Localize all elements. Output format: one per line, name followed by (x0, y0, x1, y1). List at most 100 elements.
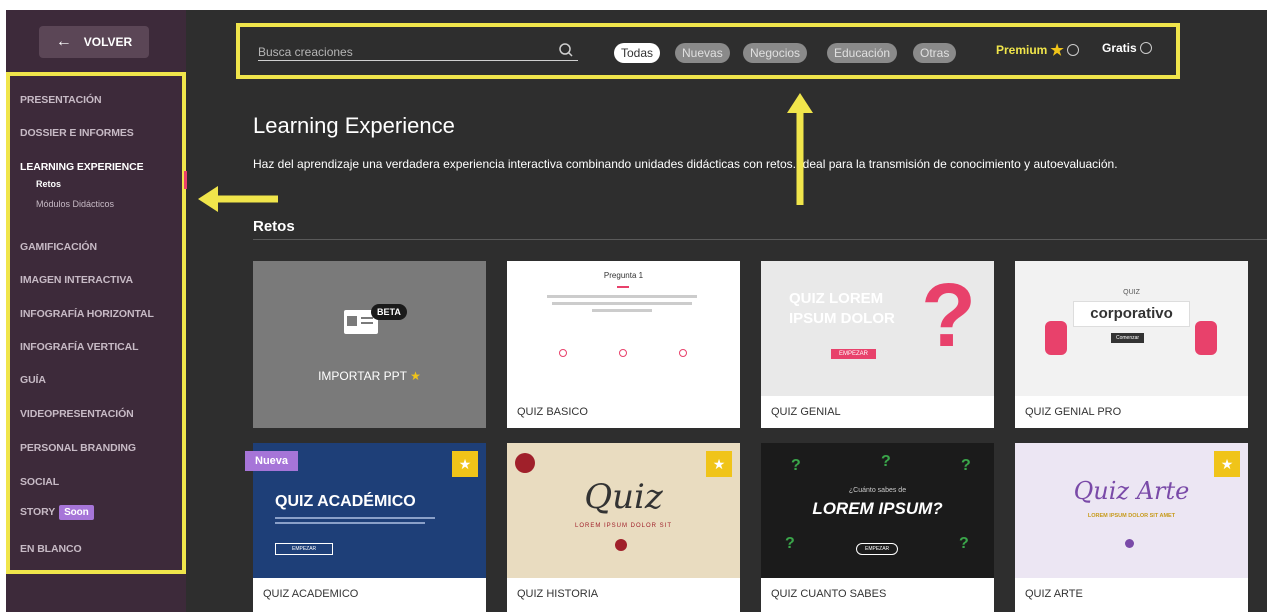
option-icon (1125, 539, 1134, 548)
page-description: Haz del aprendizaje una verdadera experi… (253, 157, 1118, 171)
thumb-text-line (547, 295, 697, 298)
filter-chip-negocios[interactable]: Negocios (743, 43, 808, 63)
active-marker (184, 171, 187, 189)
star-icon: ★ (410, 369, 421, 383)
card-thumbnail: Quiz LOREM IPSUM DOLOR SIT ★ (507, 443, 740, 578)
sidebar-item-infografia-horizontal[interactable]: INFOGRAFÍA HORIZONTAL (20, 308, 154, 320)
thumb-start-button: Comenzar (1111, 333, 1145, 343)
sidebar-subitem-modulos[interactable]: Módulos Didácticos (36, 199, 114, 209)
card-label: QUIZ CUANTO SABES (761, 578, 994, 610)
card-label: QUIZ ACADEMICO (253, 578, 486, 610)
filter-chip-otras[interactable]: Otras (913, 43, 957, 63)
sidebar: ← VOLVER PRESENTACIÓN DOSSIER E INFORMES… (6, 10, 187, 612)
filter-chip-todas[interactable]: Todas (614, 43, 661, 63)
option-icon (679, 349, 687, 357)
card-quiz-genial[interactable]: QUIZ LOREM IPSUM DOLOR EMPEZAR ? QUIZ GE… (761, 261, 994, 428)
thumb-title: Pregunta 1 (603, 271, 644, 280)
thumb-subtitle: ¿Cuánto sabes de (848, 487, 907, 494)
premium-star-badge: ★ (1214, 451, 1240, 477)
thumb-title: Quiz (584, 477, 663, 517)
question-mark-icon: ? (791, 457, 801, 474)
thumb-title: QUIZ LOREM IPSUM DOLOR (789, 290, 895, 327)
card-thumbnail: Pregunta 1 (507, 261, 740, 396)
sidebar-item-personal-branding[interactable]: PERSONAL BRANDING (20, 442, 136, 454)
sidebar-item-dossier[interactable]: DOSSIER E INFORMES (20, 127, 134, 139)
card-thumbnail: QUIZ corporativo Comenzar (1015, 261, 1248, 396)
question-mark-icon: ? (959, 535, 969, 552)
search-icon[interactable] (558, 42, 574, 58)
card-thumbnail: BETA IMPORTAR PPT ★ (253, 261, 486, 428)
wax-seal-icon (615, 539, 627, 551)
sidebar-item-videopresentacion[interactable]: VIDEOPRESENTACIÓN (20, 408, 134, 420)
thumb-subtitle: LOREM IPSUM DOLOR SIT AMET (1087, 513, 1176, 519)
card-quiz-arte[interactable]: Quiz Arte LOREM IPSUM DOLOR SIT AMET ★ Q… (1015, 443, 1248, 612)
card-quiz-genial-pro[interactable]: QUIZ corporativo Comenzar QUIZ GENIAL PR… (1015, 261, 1248, 428)
soon-badge: Soon (59, 505, 94, 520)
card-label: QUIZ BASICO (507, 396, 740, 428)
card-label: QUIZ HISTORIA (507, 578, 740, 610)
sidebar-item-social[interactable]: SOCIAL (20, 476, 59, 488)
premium-star-badge: ★ (706, 451, 732, 477)
gratis-filter[interactable]: Gratis (1102, 41, 1152, 55)
sidebar-item-story-label: STORY (20, 506, 56, 518)
premium-star-badge: ★ (452, 451, 478, 477)
page-title: Learning Experience (253, 113, 455, 138)
app-window: ← VOLVER PRESENTACIÓN DOSSIER E INFORMES… (6, 10, 1267, 612)
thumb-accent (617, 286, 629, 288)
card-label: QUIZ GENIAL PRO (1015, 396, 1248, 428)
question-mark-icon: ? (785, 535, 795, 552)
thumb-start-button: EMPEZAR (856, 543, 899, 555)
card-thumbnail: QUIZ LOREM IPSUM DOLOR EMPEZAR ? (761, 261, 994, 396)
person-illustration (1195, 321, 1217, 355)
sidebar-item-gamificacion[interactable]: GAMIFICACIÓN (20, 241, 97, 253)
thumb-subtitle: QUIZ (1123, 289, 1140, 296)
card-label: QUIZ GENIAL (761, 396, 994, 428)
premium-label: Premium (996, 43, 1048, 57)
arrow-up-annotation-icon (787, 93, 813, 205)
beta-badge: BETA (371, 304, 407, 320)
sidebar-item-story[interactable]: STORY Soon (20, 505, 94, 520)
card-thumbnail: Quiz Arte LOREM IPSUM DOLOR SIT AMET ★ (1015, 443, 1248, 578)
card-importar-ppt[interactable]: BETA IMPORTAR PPT ★ (253, 261, 486, 428)
option-icon (619, 349, 627, 357)
thumb-start-button: EMPEZAR (275, 543, 334, 555)
card-quiz-historia[interactable]: Quiz LOREM IPSUM DOLOR SIT ★ QUIZ HISTOR… (507, 443, 740, 612)
sidebar-item-presentacion[interactable]: PRESENTACIÓN (20, 94, 102, 106)
gratis-radio[interactable] (1139, 42, 1152, 54)
question-mark-icon: ? (961, 457, 971, 474)
card-quiz-academico[interactable]: QUIZ ACADÉMICO EMPEZAR ★ Nueva QUIZ ACAD… (245, 443, 486, 612)
sidebar-item-guia[interactable]: GUÍA (20, 374, 46, 386)
premium-radio[interactable] (1066, 44, 1079, 56)
gratis-label: Gratis (1102, 41, 1137, 55)
divider (253, 239, 1267, 240)
card-thumbnail: ? ? ? ¿Cuánto sabes de LOREM IPSUM? EMPE… (761, 443, 994, 578)
sidebar-item-imagen-interactiva[interactable]: IMAGEN INTERACTIVA (20, 274, 133, 286)
filter-chip-nuevas[interactable]: Nuevas (675, 43, 730, 63)
importar-label-row: IMPORTAR PPT ★ (253, 369, 486, 383)
thumb-title: QUIZ ACADÉMICO (275, 493, 416, 510)
thumb-start-button: EMPEZAR (831, 349, 877, 359)
person-illustration (1045, 321, 1067, 355)
arrow-left-icon: ← (55, 33, 72, 50)
section-title: Retos (253, 218, 295, 235)
back-button[interactable]: ← VOLVER (39, 26, 149, 58)
category-nav: PRESENTACIÓN DOSSIER E INFORMES LEARNING… (6, 72, 186, 574)
premium-filter[interactable]: Premium ★ (996, 41, 1079, 59)
sidebar-item-infografia-vertical[interactable]: INFOGRAFÍA VERTICAL (20, 341, 139, 353)
star-icon: ★ (1050, 42, 1064, 59)
sidebar-subitem-retos[interactable]: Retos (36, 179, 61, 189)
sidebar-item-learning-experience[interactable]: LEARNING EXPERIENCE (20, 161, 144, 173)
thumb-text-line (275, 522, 425, 524)
wax-seal-icon (515, 453, 535, 473)
thumb-text-line (592, 309, 652, 312)
importar-ppt-label: IMPORTAR PPT (318, 369, 407, 383)
search-input[interactable] (258, 43, 578, 61)
card-quiz-basico[interactable]: Pregunta 1 QUIZ BASICO (507, 261, 740, 428)
question-mark-icon: ? (921, 266, 976, 366)
thumb-subtitle: LOREM IPSUM DOLOR SIT (574, 523, 672, 529)
card-label: QUIZ ARTE (1015, 578, 1248, 610)
filter-chip-educacion[interactable]: Educación (827, 43, 898, 63)
thumb-text-line (552, 302, 692, 305)
card-quiz-cuanto-sabes[interactable]: ? ? ? ¿Cuánto sabes de LOREM IPSUM? EMPE… (761, 443, 994, 612)
sidebar-item-en-blanco[interactable]: EN BLANCO (20, 543, 82, 555)
